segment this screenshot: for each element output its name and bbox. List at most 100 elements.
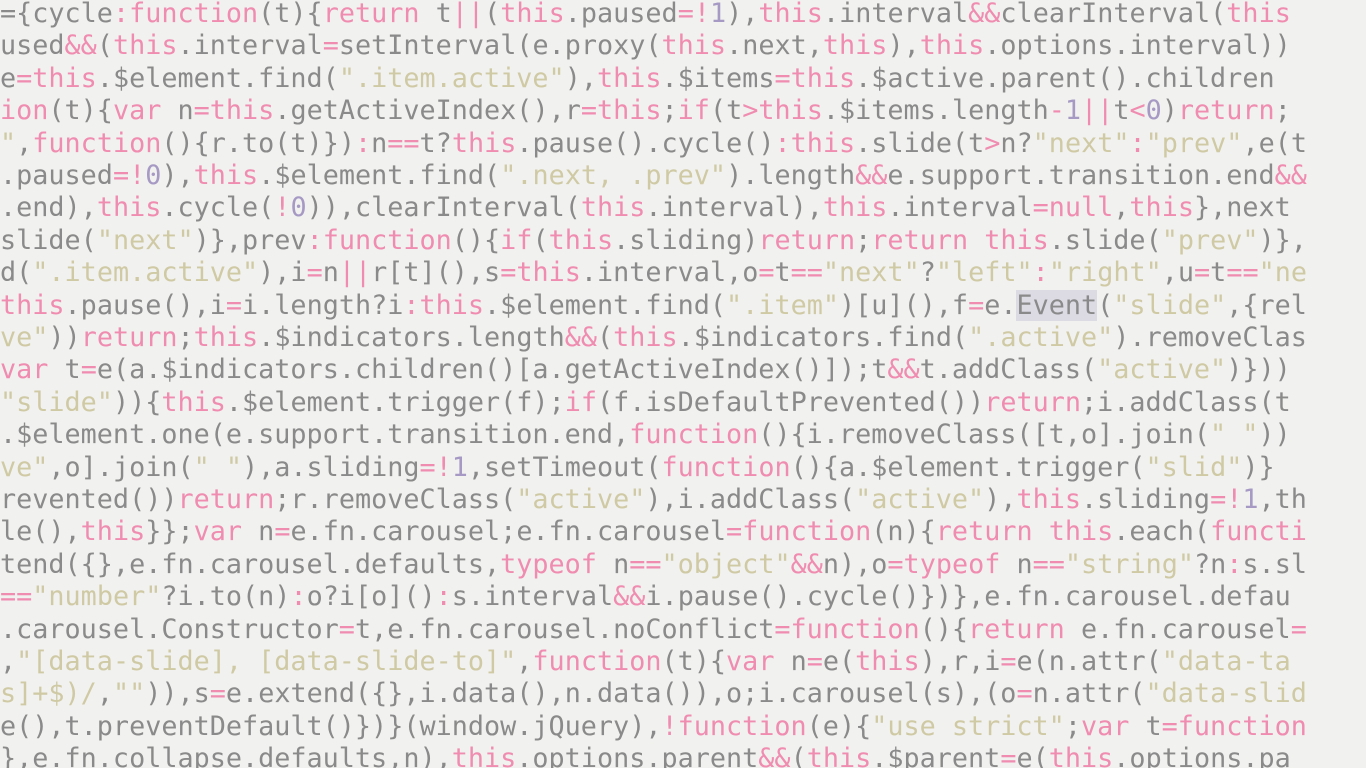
code-token: <: [1129, 95, 1146, 127]
code-token: typeof: [500, 548, 597, 580]
code-token: .sliding: [1081, 484, 1211, 515]
code-line: slide("next")},prev:function(){if(this.s…: [0, 225, 1307, 257]
code-token: t: [1129, 710, 1162, 742]
code-token: d(: [0, 257, 33, 289]
code-token: =: [1290, 613, 1307, 645]
code-token: this: [806, 743, 872, 768]
code-token: (){i.removeClass([t,o].join(: [758, 419, 1211, 451]
code-token: .paused: [0, 160, 113, 191]
code-token: (: [597, 322, 614, 353]
code-token: ".item": [726, 289, 839, 321]
code-line: },e.fn.collapse.defaults,n),this.options…: [0, 743, 1291, 768]
code-token: e(a.$indicators.children()[a.getActiveIn…: [96, 354, 888, 386]
code-token: ve": [0, 322, 49, 353]
code-token: n: [322, 257, 339, 289]
code-line: =="number"?i.to(n):o?i[o]():s.interval&&…: [0, 581, 1291, 613]
highlighted-token: Event: [1016, 289, 1098, 321]
code-token: n: [371, 127, 388, 159]
code-token: ),a.sliding: [242, 451, 420, 483]
code-token: t: [48, 354, 81, 386]
code-token: =: [322, 30, 339, 62]
code-token: return: [968, 613, 1065, 645]
code-token: )): [1258, 419, 1291, 451]
code-token: ": [0, 127, 17, 159]
code-token: 0: [1145, 95, 1162, 127]
code-token: =: [1000, 743, 1017, 768]
code-line: e(),t.preventDefault()})}(window.jQuery)…: [0, 711, 1307, 743]
code-token: (){: [919, 613, 969, 645]
code-token: :: [1129, 127, 1146, 159]
code-token: "active": [1097, 354, 1227, 386]
code-token: =: [1016, 678, 1033, 710]
code-token: !function: [661, 710, 807, 742]
code-token: =: [758, 257, 775, 289]
code-token: clearInterval(: [1000, 0, 1227, 29]
code-token: ?: [919, 257, 936, 289]
code-token: .$items.length: [822, 95, 1049, 127]
code-token: )},: [1258, 224, 1307, 256]
code-token: this: [1016, 484, 1081, 515]
code-token: ".item.active": [338, 62, 565, 94]
code-token: ;: [1064, 710, 1081, 742]
code-token: this: [193, 322, 259, 353]
code-token: ): [1161, 95, 1178, 127]
code-token: ==: [387, 127, 420, 159]
code-token: ),: [887, 30, 920, 62]
code-token: var: [726, 646, 775, 677]
code-token: this: [80, 516, 146, 548]
code-token: ||: [451, 0, 485, 29]
code-line: ve",o].join(" "),a.sliding=!1,setTimeout…: [0, 452, 1275, 484]
code-token: " ": [193, 451, 243, 483]
code-token: s]+$)/: [0, 678, 97, 710]
code-token: .interval: [822, 0, 969, 29]
code-token: ,{rel: [1226, 289, 1307, 321]
code-token: ion: [0, 95, 49, 127]
code-token: ),i.addClass(: [645, 484, 856, 515]
code-token: function: [661, 451, 791, 483]
code-token: this: [451, 127, 517, 159]
code-token: ;r.removeClass(: [274, 484, 517, 515]
code-token: ).length: [726, 160, 856, 191]
code-token: "slid": [1145, 451, 1243, 483]
code-token: ,: [0, 646, 17, 677]
code-token: t?: [419, 127, 452, 159]
code-token: {: [145, 386, 162, 418]
code-token: this: [1226, 0, 1291, 29]
code-token: e.: [984, 289, 1017, 321]
code-token: e(: [822, 646, 856, 677]
code-token: -: [1048, 95, 1065, 127]
code-token: (: [790, 743, 807, 768]
code-token: },e.fn.collapse.defaults,n),: [0, 743, 452, 768]
code-token: (e){: [806, 710, 872, 742]
code-token: =: [225, 289, 243, 321]
code-token: .slide(: [1048, 224, 1162, 256]
code-token: return: [177, 484, 275, 515]
code-token: if: [500, 224, 533, 256]
code-token: this: [596, 62, 662, 94]
code-token: .$element.find(: [96, 62, 339, 94]
code-token: !: [274, 192, 291, 224]
code-token: return: [984, 386, 1081, 418]
code-token: this: [1129, 192, 1194, 224]
code-token: "slide": [0, 386, 113, 418]
code-token: :this: [774, 127, 856, 159]
code-token: &&: [968, 0, 1001, 29]
code-token: " ": [1210, 419, 1259, 451]
code-token: (: [532, 224, 549, 256]
code-token: (){r.to(t)}): [161, 127, 355, 159]
code-token: if: [564, 386, 597, 418]
code-token: (: [96, 30, 113, 62]
code-token: "number": [32, 581, 162, 613]
code-token: =!: [677, 0, 710, 29]
code-token: ),: [161, 160, 194, 191]
code-token: ,: [16, 127, 33, 159]
code-token: :function: [306, 224, 452, 256]
code-token: t: [1210, 257, 1227, 289]
code-token: .carousel.Constructor: [0, 613, 339, 645]
code-token: &&: [564, 322, 597, 353]
code-token: this: [919, 30, 985, 62]
code-token: .options.interval)): [984, 30, 1291, 62]
code-token: t: [419, 0, 452, 29]
code-token: =: [274, 516, 291, 548]
code-token: )},prev: [193, 224, 307, 256]
